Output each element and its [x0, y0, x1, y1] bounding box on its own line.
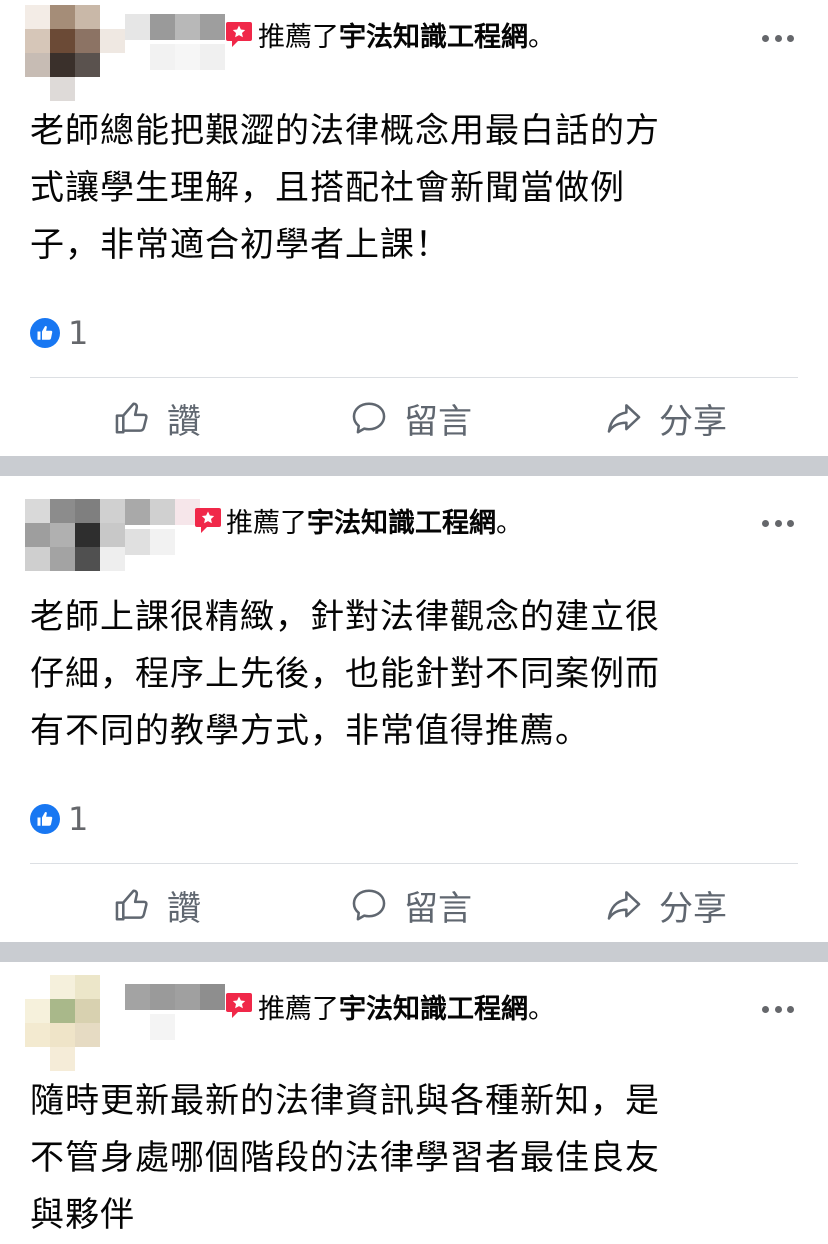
comment-bubble-icon [352, 889, 386, 921]
share-button[interactable]: 分享 [605, 388, 727, 448]
share-label: 分享 [659, 888, 727, 929]
post-body-line: 子，非常適合初學者上課！ [30, 225, 450, 265]
share-arrow-icon [607, 404, 641, 433]
action-bar: 讚 留言 分享 [0, 388, 828, 448]
share-button[interactable]: 分享 [605, 875, 727, 935]
more-options-icon[interactable] [762, 1004, 794, 1014]
post-1: 推薦了宇法知識工程網。 老師總能把艱澀的法律概念用最白話的方 式讓學生理解，且搭… [0, 0, 828, 456]
more-options-icon[interactable] [762, 518, 794, 528]
post-body-line: 隨時更新最新的法律資訊與各種新知，是 [30, 1081, 660, 1121]
recommend-star-icon [226, 993, 252, 1018]
post-headline: 推薦了宇法知識工程網。 [258, 20, 555, 56]
post-body-line: 與夥伴 [30, 1195, 135, 1235]
post-body-line: 老師上課很精緻，針對法律觀念的建立很 [30, 597, 660, 637]
period: 。 [528, 994, 555, 1025]
post-body-line: 老師總能把艱澀的法律概念用最白話的方 [30, 111, 660, 151]
reaction-summary[interactable]: 1 [30, 314, 89, 352]
author-name[interactable] [125, 14, 225, 74]
comment-button[interactable]: 留言 [350, 875, 472, 935]
author-name[interactable] [125, 984, 225, 1044]
separator [30, 377, 798, 378]
post-divider [0, 942, 828, 962]
post-body: 老師總能把艱澀的法律概念用最白話的方 式讓學生理解，且搭配社會新聞當做例 子，非… [30, 103, 770, 274]
share-arrow-icon [607, 891, 641, 920]
like-label: 讚 [167, 888, 201, 929]
post-headline: 推薦了宇法知識工程網。 [226, 506, 523, 542]
author-name[interactable] [125, 499, 225, 559]
share-label: 分享 [659, 401, 727, 442]
post-body: 老師上課很精緻，針對法律觀念的建立很 仔細，程序上先後，也能針對不同案例而 有不… [30, 589, 770, 760]
page-name-link[interactable]: 宇法知識工程網 [339, 22, 528, 53]
avatar[interactable] [25, 975, 125, 1071]
post-body-line: 式讓學生理解，且搭配社會新聞當做例 [30, 168, 625, 208]
post-body: 隨時更新最新的法律資訊與各種新知，是 不管身處哪個階段的法律學習者最佳良友 與夥… [30, 1073, 770, 1244]
separator [30, 863, 798, 864]
recommend-text: 推薦了 [258, 994, 339, 1025]
comment-label: 留言 [404, 888, 472, 929]
period: 。 [496, 508, 523, 539]
comment-label: 留言 [404, 401, 472, 442]
like-label: 讚 [167, 401, 201, 442]
post-body-line: 有不同的教學方式，非常值得推薦。 [30, 711, 590, 751]
post-3: 推薦了宇法知識工程網。 隨時更新最新的法律資訊與各種新知，是 不管身處哪個階段的… [0, 962, 828, 1241]
post-body-line: 仔細，程序上先後，也能針對不同案例而 [30, 654, 660, 694]
comment-bubble-icon [352, 402, 386, 434]
reaction-count: 1 [68, 314, 89, 352]
like-button[interactable]: 讚 [113, 388, 201, 448]
like-reaction-icon [30, 318, 60, 348]
post-divider [0, 456, 828, 476]
page-name-link[interactable]: 宇法知識工程網 [339, 994, 528, 1025]
like-button[interactable]: 讚 [113, 875, 201, 935]
post-headline: 推薦了宇法知識工程網。 [258, 992, 555, 1028]
action-bar: 讚 留言 分享 [0, 875, 828, 935]
comment-button[interactable]: 留言 [350, 388, 472, 448]
avatar[interactable] [25, 5, 125, 101]
thumbs-up-icon [115, 889, 148, 921]
recommend-star-icon [195, 508, 221, 533]
post-body-line: 不管身處哪個階段的法律學習者最佳良友 [30, 1138, 660, 1178]
period: 。 [528, 22, 555, 53]
thumbs-up-icon [115, 402, 148, 434]
recommend-text: 推薦了 [226, 508, 307, 539]
like-reaction-icon [30, 804, 60, 834]
reaction-summary[interactable]: 1 [30, 800, 89, 838]
more-options-icon[interactable] [762, 33, 794, 43]
page-name-link[interactable]: 宇法知識工程網 [307, 508, 496, 539]
recommend-text: 推薦了 [258, 22, 339, 53]
recommend-star-icon [226, 22, 252, 47]
post-2: 推薦了宇法知識工程網。 老師上課很精緻，針對法律觀念的建立很 仔細，程序上先後，… [0, 476, 828, 942]
reaction-count: 1 [68, 800, 89, 838]
avatar[interactable] [25, 499, 125, 595]
